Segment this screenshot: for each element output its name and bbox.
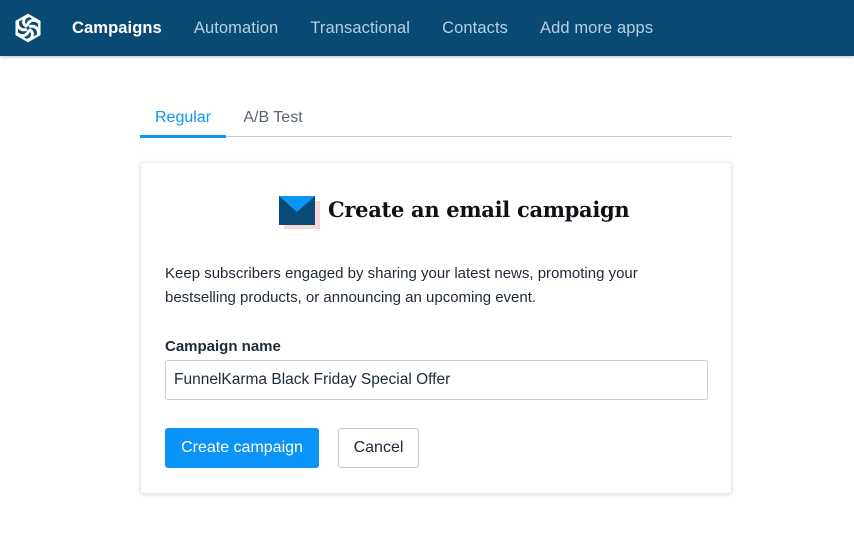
nav-item-contacts[interactable]: Contacts xyxy=(442,19,508,38)
tab-regular[interactable]: Regular xyxy=(140,104,226,138)
nav-item-automation[interactable]: Automation xyxy=(194,19,278,38)
campaign-type-tabs: Regular A/B Test xyxy=(140,104,732,138)
card-title: Create an email campaign xyxy=(328,197,630,222)
create-campaign-card: Create an email campaign Keep subscriber… xyxy=(140,162,732,494)
campaign-name-label: Campaign name xyxy=(165,338,281,355)
nav-item-campaigns[interactable]: Campaigns xyxy=(72,19,162,38)
nav-item-add-more-apps[interactable]: Add more apps xyxy=(540,19,653,38)
envelope-icon xyxy=(279,196,320,229)
sendinblue-logo-icon[interactable] xyxy=(12,12,44,44)
main-menu: Campaigns Automation Transactional Conta… xyxy=(72,0,685,56)
create-campaign-button[interactable]: Create campaign xyxy=(165,428,319,468)
cancel-button[interactable]: Cancel xyxy=(338,428,419,468)
card-header: Create an email campaign xyxy=(141,191,733,231)
nav-item-transactional[interactable]: Transactional xyxy=(310,19,410,38)
campaign-description: Keep subscribers engaged by sharing your… xyxy=(165,265,638,306)
tab-ab-test[interactable]: A/B Test xyxy=(240,104,306,137)
campaign-name-input[interactable] xyxy=(165,360,708,400)
top-navigation-bar: Campaigns Automation Transactional Conta… xyxy=(0,0,854,56)
